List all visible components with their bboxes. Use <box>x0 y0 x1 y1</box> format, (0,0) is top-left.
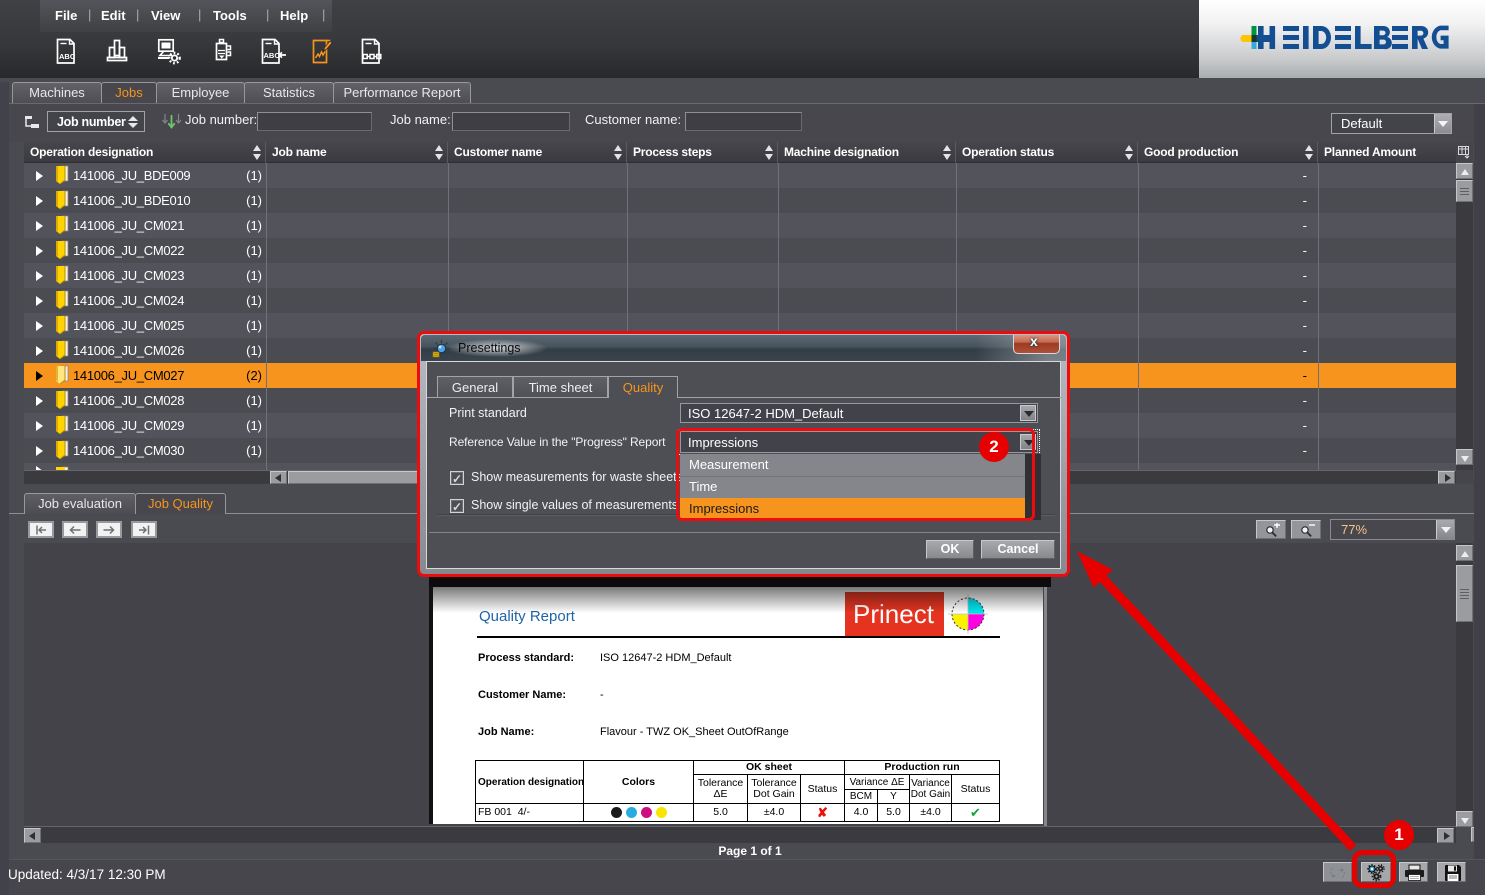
svg-text:ABC: ABC <box>264 51 281 60</box>
svg-text:ABC: ABC <box>59 52 76 61</box>
